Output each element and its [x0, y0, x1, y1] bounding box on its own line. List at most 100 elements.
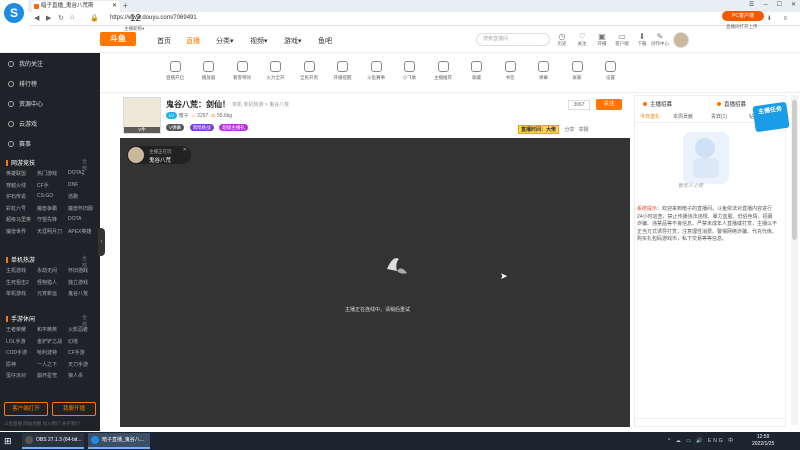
sidebar-game-link[interactable]: 魔兽怀旧服 [68, 205, 93, 212]
sidebar-item-cloudgame[interactable]: 云游戏 [8, 119, 37, 128]
nav-category[interactable]: 分类▾ [216, 36, 234, 46]
sidebar-game-link[interactable]: 天刀手游 [68, 361, 88, 368]
sidebar-game-link[interactable]: 鬼谷八荒 [68, 290, 88, 297]
close-icon[interactable]: ✕ [183, 147, 187, 153]
badge-1[interactable]: V弹幕 [166, 124, 185, 131]
sidebar-game-link[interactable]: 王者荣耀 [6, 326, 26, 333]
tab-today-gift[interactable]: 今日送礼 [640, 113, 660, 120]
sidebar-game-link[interactable]: 天涯明月刀 [37, 228, 62, 235]
back-icon[interactable]: ◀ [34, 14, 39, 22]
feature-item[interactable]: 播放器 [194, 61, 224, 81]
sidebar-game-link[interactable]: DOTA2 [68, 170, 84, 176]
sidebar-game-link[interactable]: 独立游戏 [68, 279, 88, 286]
sidebar-game-link[interactable]: 穿越火线 [6, 182, 26, 189]
video-player[interactable] [120, 138, 630, 427]
system-tray[interactable]: ^ ☁ ▭ 🔊 ENG 中 [668, 437, 735, 444]
sidebar-game-link[interactable]: 一人之下 [37, 361, 57, 368]
search-input[interactable]: 搜索直播间 [476, 33, 550, 46]
scrollbar-thumb[interactable] [792, 100, 797, 240]
nav-home[interactable]: 首页 [157, 36, 171, 46]
header-follow[interactable]: ♡ 关注 [573, 32, 591, 47]
sidebar-game-link[interactable]: 逃跑 [68, 193, 78, 200]
feature-item[interactable]: 屏蔽 [562, 61, 592, 81]
go-live-button[interactable]: 我要开播 [52, 402, 96, 416]
sidebar-game-link[interactable]: 超级马里奥 [6, 216, 31, 223]
taskbar-app-obs[interactable]: OBS 27.1.3 (64-bit... [22, 433, 84, 449]
share-button[interactable]: 分享 [564, 127, 574, 133]
minimize-icon[interactable]: ─ [763, 0, 767, 11]
player-game-tag[interactable]: 主播正在玩 鬼谷八荒 ✕ [127, 146, 191, 164]
taskbar-clock[interactable]: 12:59 2022/1/25 [752, 434, 774, 448]
sidebar-game-link[interactable]: 守望先锋 [37, 216, 57, 223]
sidebar-section-title[interactable]: 网游竞技 全部> [6, 158, 87, 178]
badge-3[interactable]: 超级主播礼 [219, 124, 248, 131]
taskbar-app-browser[interactable]: 暗子直播_鬼谷八... [88, 433, 150, 449]
page-scrollbar[interactable] [791, 95, 798, 425]
room-category[interactable]: 单机 单机热游 > 鬼谷八荒 [232, 101, 289, 108]
client-open-button[interactable]: 客户端打开 [4, 402, 48, 416]
reload-icon[interactable]: ↻ [58, 14, 64, 22]
sidebar-game-link[interactable]: 怀旧游戏 [68, 267, 88, 274]
header-creator[interactable]: ✎ 创作中心 [651, 32, 669, 47]
feature-item[interactable]: 全民开黑 [294, 61, 324, 81]
chat-input-area[interactable] [635, 418, 785, 427]
sidebar-game-link[interactable]: 狼人杀 [68, 372, 83, 379]
pc-client-button[interactable]: PC客户端 [722, 11, 764, 21]
sidebar-item-resources[interactable]: 资源中心 [8, 99, 43, 108]
sidebar-game-link[interactable]: 彩虹六号 [6, 205, 26, 212]
feature-item[interactable]: 弹幕 [529, 61, 559, 81]
sidebar-game-link[interactable]: 和平精英 [37, 326, 57, 333]
tab-anchor-recruit[interactable]: 主播招募 [643, 100, 672, 108]
anchor-avatar[interactable]: V牛 [123, 97, 161, 134]
header-client[interactable]: ▭ 客户端 [613, 32, 631, 47]
feature-item[interactable]: 收藏 [462, 61, 492, 81]
feature-item[interactable]: 书签 [495, 61, 525, 81]
sidebar-game-link[interactable]: 魔兽世界 [6, 228, 26, 235]
feature-item[interactable]: 主播推荐 [428, 61, 458, 81]
sidebar-game-link[interactable]: 蛋仔派对 [6, 372, 26, 379]
feature-item[interactable]: 小飞象 [395, 61, 425, 81]
header-history[interactable]: ◷ 历史 [553, 32, 571, 47]
feature-item[interactable]: 开播提醒 [328, 61, 358, 81]
browser-tab[interactable]: 暗子直播_鬼谷八荒斯 ✕ [32, 1, 120, 12]
sidebar-game-link[interactable]: COD手游 [6, 349, 27, 356]
report-button[interactable]: 举报 [579, 127, 589, 133]
sidebar-item-rank[interactable]: 排行榜 [8, 79, 37, 88]
maximize-icon[interactable]: ☐ [777, 0, 782, 11]
badge-2[interactable]: 暗暗挑战 [189, 124, 214, 131]
sidebar-game-link[interactable]: 幻塔 [68, 338, 78, 345]
site-logo[interactable]: 斗鱼 [100, 32, 136, 46]
user-avatar[interactable] [673, 32, 689, 48]
windows-start-icon[interactable]: ⊞ [4, 436, 12, 446]
sidebar-game-link[interactable]: 生死狙击2 [6, 279, 29, 286]
browser-logo[interactable]: S [0, 0, 28, 26]
menu-icon[interactable]: ☰ [749, 0, 754, 11]
header-broadcast[interactable]: ▣ 开播 [593, 32, 611, 47]
tab-live-recruit[interactable]: 直播招募 [717, 100, 746, 108]
close-tab-icon[interactable]: ✕ [112, 1, 117, 12]
sidebar-item-events[interactable]: 赛事 [8, 139, 31, 148]
sidebar-game-link[interactable]: 原神 [6, 361, 16, 368]
tab-week-contrib[interactable]: 本周贡献 [673, 113, 693, 120]
sidebar-game-link[interactable]: 金铲铲之战 [37, 338, 62, 345]
nav-live[interactable]: 直播 [186, 36, 200, 46]
feature-item[interactable]: 看客特效 [227, 61, 257, 81]
sidebar-game-link[interactable]: 永劫无间 [37, 267, 57, 274]
sidebar-game-link[interactable]: CF手游 [68, 349, 85, 356]
feature-item[interactable]: 斗鱼赛事 [361, 61, 391, 81]
sidebar-game-link[interactable]: 元宵新运 [37, 290, 57, 297]
follow-count-label[interactable]: 主播昵称▾ [124, 26, 144, 32]
sidebar-collapse-handle[interactable]: ‹ [98, 228, 105, 256]
sidebar-game-link[interactable]: 魔兽争霸 [37, 205, 57, 212]
sidebar-game-link[interactable]: CF手 [37, 182, 49, 189]
sidebar-game-link[interactable]: DOTA [68, 216, 82, 222]
nav-fishbar[interactable]: 鱼吧 [318, 36, 332, 46]
sidebar-game-link[interactable]: CS:GO [37, 193, 53, 199]
sidebar-game-link[interactable]: 炉石传说 [6, 193, 26, 200]
sidebar-item-follow[interactable]: 我的关注 [8, 59, 43, 68]
new-tab-icon[interactable]: + [123, 0, 128, 11]
sidebar-section-title[interactable]: 手游休闲 全部> [6, 314, 87, 334]
sidebar-game-link[interactable]: 哈利波特 [37, 349, 57, 356]
sidebar-game-link[interactable]: 热门游戏 [37, 170, 57, 177]
sidebar-game-link[interactable]: 主机游戏 [6, 267, 26, 274]
